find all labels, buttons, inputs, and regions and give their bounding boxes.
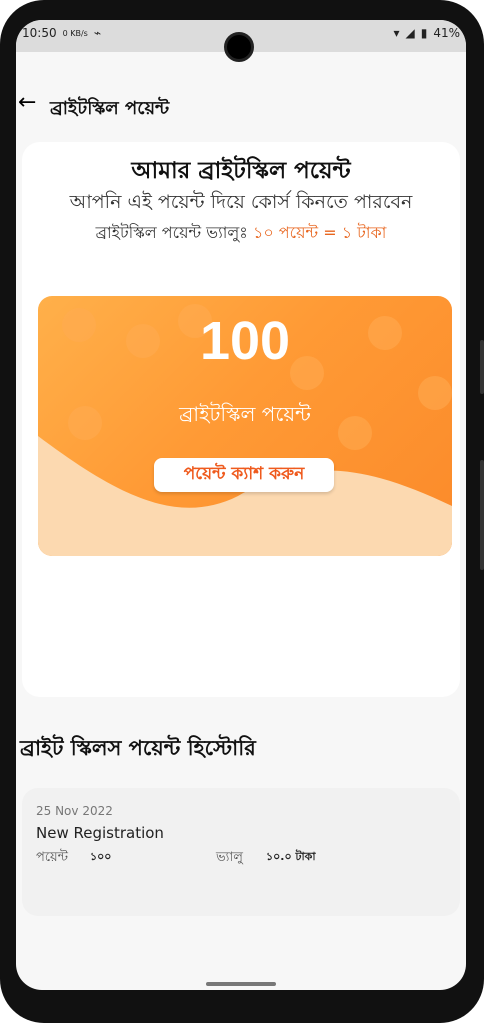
- history-description: New Registration: [36, 824, 164, 842]
- wifi-icon: ▾: [393, 26, 400, 40]
- value-label-history: ভ্যালু: [216, 850, 243, 865]
- signal-icon: ⌁: [93, 26, 102, 40]
- points-count: 100: [199, 311, 291, 371]
- value-text: ১০ পয়েন্ট = ১ টাকা: [252, 223, 387, 242]
- value-label: ব্রাইটস্কিল পয়েন্ট ভ্যালুঃ: [95, 223, 248, 242]
- app-bar: ← ব্রাইটস্কিল পয়েন্ট: [16, 88, 466, 126]
- points-summary-card: আমার ব্রাইটস্কিল পয়েন্ট আপনি এই পয়েন্ট…: [22, 142, 460, 697]
- history-title: ব্রাইট স্কিলস পয়েন্ট হিস্টোরি: [20, 736, 256, 760]
- cell-signal-icon: ◢: [405, 26, 415, 40]
- network-speed: 0 KB/s: [62, 28, 88, 38]
- battery-percent: 41%: [433, 26, 460, 40]
- status-time: 10:50: [22, 26, 57, 40]
- side-button: [480, 340, 484, 394]
- history-details-row: পয়েন্ট ১০০ ভ্যালু ১০.০ টাকা: [36, 848, 456, 868]
- camera-cutout: [224, 32, 254, 62]
- points-subtitle: আপনি এই পয়েন্ট দিয়ে কোর্স কিনতে পারবেন: [69, 191, 413, 213]
- app-screen: 10:50 0 KB/s ⌁ ▾ ◢ ▮ 41% ← ব্রাইটস্কিল প…: [16, 20, 466, 990]
- value-amount: ১০.০ টাকা: [266, 850, 316, 863]
- back-arrow-icon[interactable]: ←: [18, 92, 36, 114]
- history-date: 25 Nov 2022: [36, 804, 113, 818]
- page-title: ব্রাইটস্কিল পয়েন্ট: [50, 98, 170, 119]
- battery-icon: ▮: [420, 26, 428, 40]
- side-button: [480, 460, 484, 570]
- point-label: পয়েন্ট: [36, 850, 68, 865]
- gesture-nav-bar[interactable]: [206, 982, 276, 986]
- phone-frame: 10:50 0 KB/s ⌁ ▾ ◢ ▮ 41% ← ব্রাইটস্কিল প…: [0, 0, 484, 1023]
- points-banner: 100 ব্রাইটস্কিল পয়েন্ট পয়েন্ট ক্যাশ কর…: [38, 296, 452, 556]
- points-heading: আমার ব্রাইটস্কিল পয়েন্ট: [131, 158, 351, 184]
- points-label: ব্রাইটস্কিল পয়েন্ট: [179, 402, 311, 426]
- points-value-row: ব্রাইটস্কিল পয়েন্ট ভ্যালুঃ ১০ পয়েন্ট =…: [22, 220, 460, 247]
- cash-points-button[interactable]: পয়েন্ট ক্যাশ করুন: [154, 458, 334, 492]
- point-value: ১০০: [90, 850, 112, 863]
- history-item: 25 Nov 2022 New Registration পয়েন্ট ১০০…: [22, 788, 460, 916]
